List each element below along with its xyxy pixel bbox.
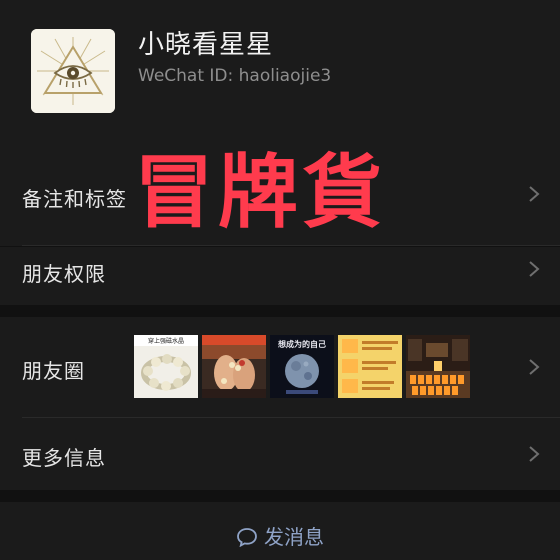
overlay-text: 冒牌貨 <box>134 146 386 239</box>
profile-header: 小晓看星星 WeChat ID: haoliaojie3 <box>0 0 560 142</box>
avatar[interactable] <box>31 29 115 113</box>
wechat-id: WeChat ID: haoliaojie3 <box>138 66 332 86</box>
svg-text:穿上强磁水晶: 穿上强磁水晶 <box>148 337 184 345</box>
send-message-label: 发消息 <box>264 525 324 549</box>
chevron-right-icon <box>528 445 540 463</box>
moments-thumbnail[interactable] <box>202 335 266 398</box>
friend-permissions-row[interactable]: 朋友权限 <box>0 247 560 305</box>
svg-text:想成为的自己: 想成为的自己 <box>277 339 326 349</box>
chevron-right-icon <box>528 358 540 376</box>
send-message-content: 发消息 <box>0 521 560 550</box>
moments-thumbnail[interactable] <box>338 335 402 398</box>
more-info-label: 更多信息 <box>22 446 106 470</box>
send-message-button[interactable]: 发消息 <box>0 502 560 560</box>
chevron-right-icon <box>528 260 540 278</box>
divider <box>22 245 560 246</box>
moments-thumbnail[interactable] <box>406 335 470 398</box>
more-info-row[interactable]: 更多信息 <box>0 418 560 490</box>
moments-thumbnail[interactable]: 穿上强磁水晶 <box>134 335 198 398</box>
moments-row[interactable]: 朋友圈 穿上强磁水晶 想成为的自己 <box>0 317 560 418</box>
profile-name: 小晓看星星 <box>138 30 274 60</box>
eye-in-triangle-icon <box>31 29 115 113</box>
remarks-tags-label: 备注和标签 <box>22 187 127 211</box>
chevron-right-icon <box>528 185 540 203</box>
chat-bubble-icon <box>236 527 258 547</box>
friend-permissions-label: 朋友权限 <box>22 262 106 286</box>
moments-label: 朋友圈 <box>22 359 85 383</box>
moments-thumbnail[interactable]: 想成为的自己 <box>270 335 334 398</box>
